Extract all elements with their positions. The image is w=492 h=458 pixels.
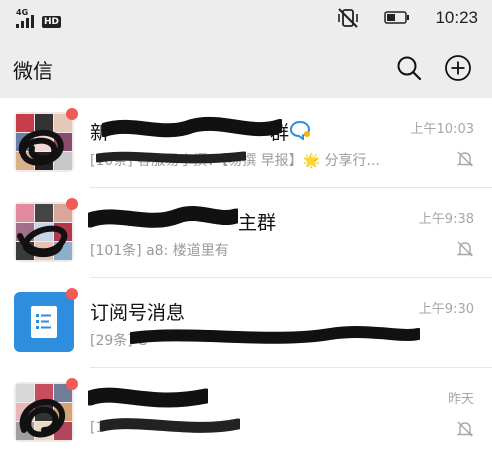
group-avatar bbox=[14, 112, 74, 172]
redaction bbox=[130, 326, 420, 344]
chat-time: 上午10:03 bbox=[410, 122, 474, 137]
unread-dot bbox=[66, 378, 78, 390]
unread-dot bbox=[66, 198, 78, 210]
hd-badge: HD bbox=[42, 16, 62, 28]
search-icon[interactable] bbox=[396, 55, 422, 81]
unread-dot bbox=[66, 108, 78, 120]
add-icon[interactable] bbox=[444, 54, 472, 82]
chat-name: 订阅号消息 bbox=[90, 302, 186, 324]
vibrate-off-icon bbox=[338, 8, 358, 28]
signal-icon bbox=[16, 15, 34, 28]
chat-name-end: 主群 bbox=[238, 212, 277, 234]
status-bar: 4G HD 10:23 bbox=[0, 0, 492, 38]
mute-icon bbox=[456, 151, 474, 167]
group-avatar bbox=[14, 382, 74, 442]
chat-time: 上午9:30 bbox=[418, 302, 474, 317]
redaction bbox=[88, 387, 208, 408]
chat-bubble-icon bbox=[290, 120, 311, 140]
clock: 10:23 bbox=[435, 8, 478, 27]
unread-dot bbox=[66, 288, 78, 300]
document-icon bbox=[31, 306, 57, 338]
group-avatar bbox=[14, 202, 74, 262]
page-title: 微信 bbox=[13, 59, 53, 83]
chat-row[interactable]: 主群 上午9:38 [101条] a8: 楼道里有 bbox=[0, 188, 492, 278]
chat-time: 上午9:38 bbox=[418, 212, 474, 227]
redaction bbox=[88, 205, 238, 228]
chat-row[interactable]: 昨天 [1 bbox=[0, 368, 492, 458]
subscription-avatar bbox=[14, 292, 74, 352]
redaction bbox=[96, 151, 246, 164]
redaction bbox=[102, 116, 282, 138]
chat-time: 昨天 bbox=[447, 392, 474, 407]
chat-preview: [101条] a8: 楼道里有 bbox=[90, 243, 229, 259]
app-header: 微信 bbox=[0, 38, 492, 98]
chat-name-end: 群 bbox=[270, 122, 290, 144]
chat-row[interactable]: 新 群 上午10:03 [10条] 客服易小撰：【易撰 早报】🌟 分享行... bbox=[0, 98, 492, 188]
chat-row[interactable]: 订阅号消息 上午9:30 [29条] C bbox=[0, 278, 492, 368]
redaction bbox=[100, 418, 240, 433]
battery-icon bbox=[384, 11, 409, 24]
mute-icon bbox=[456, 241, 474, 257]
mute-icon bbox=[456, 421, 474, 437]
